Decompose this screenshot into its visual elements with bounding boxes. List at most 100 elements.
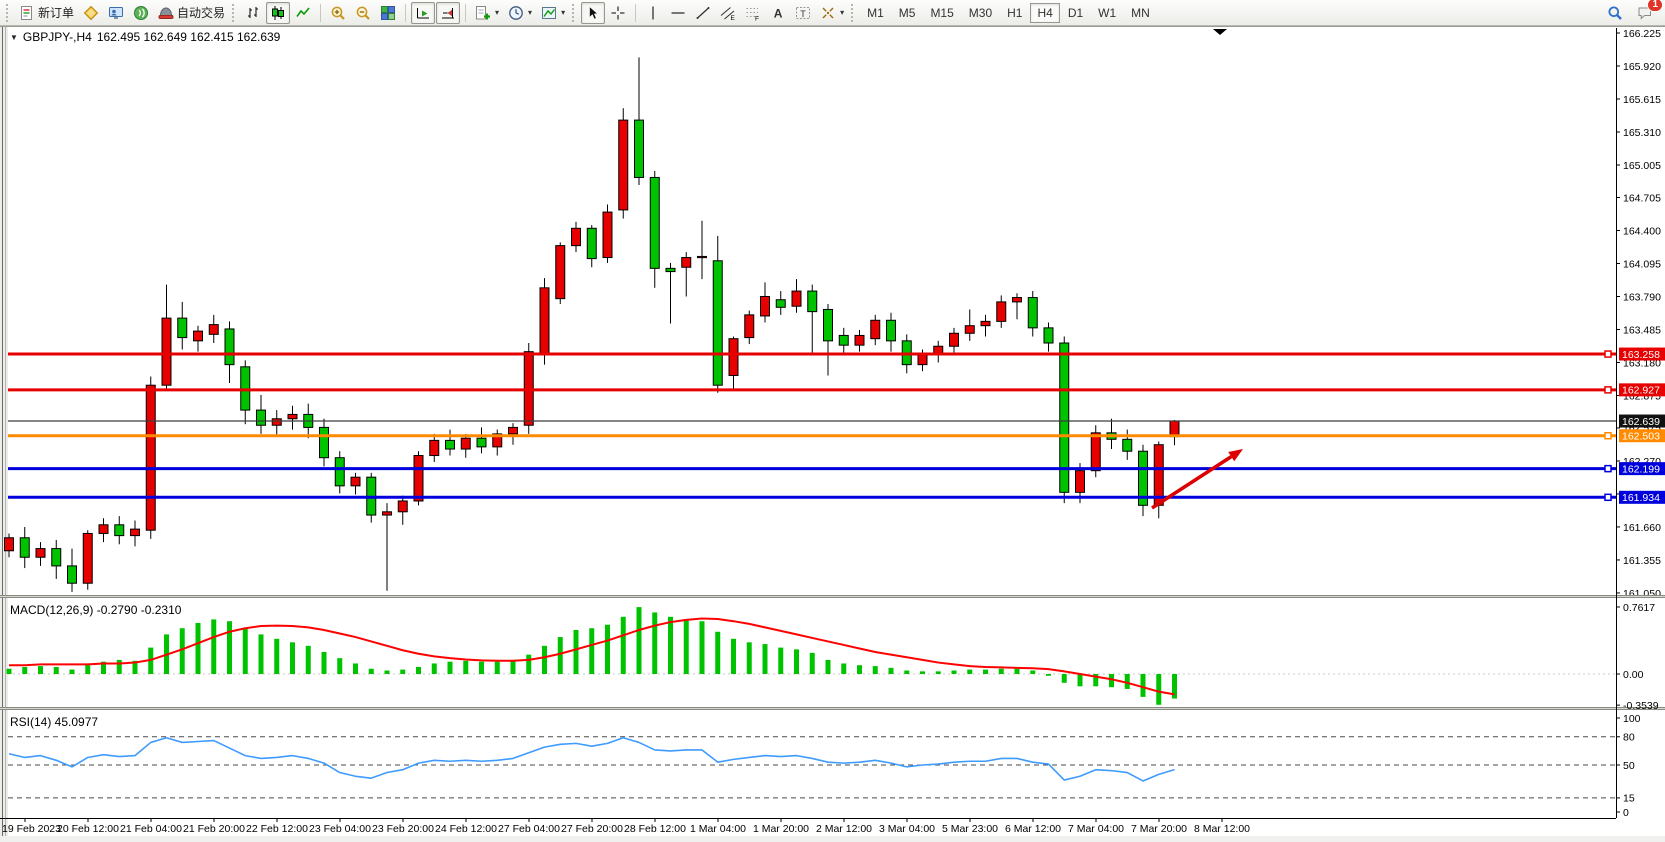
candlestick-chart-button[interactable] (266, 2, 290, 24)
timeframe-m30-button[interactable]: M30 (962, 3, 999, 23)
horizontal-line-button[interactable] (666, 2, 690, 24)
candle-body (761, 296, 770, 315)
zoom-in-button[interactable] (326, 2, 350, 24)
macd-histogram-bar (1141, 674, 1146, 697)
macd-histogram-bar (621, 617, 626, 674)
search-button[interactable] (1603, 2, 1627, 24)
macd-histogram-bar (574, 630, 579, 674)
rsi-scale-label: 15 (1623, 793, 1635, 805)
macd-histogram-bar (180, 628, 185, 674)
timeframe-m15-button[interactable]: M15 (923, 3, 960, 23)
templates-button[interactable]: ▾ (537, 2, 569, 24)
symbol-period-label: GBPJPY-,H4 (23, 30, 92, 44)
timeframe-h1-button[interactable]: H1 (1000, 3, 1029, 23)
candle-body (729, 339, 738, 376)
level-line-anchor[interactable] (1605, 433, 1611, 439)
trendline-button[interactable] (691, 2, 715, 24)
macd-histogram-bar (841, 663, 846, 674)
tile-windows-button[interactable] (376, 2, 400, 24)
periods-button[interactable]: ▾ (504, 2, 536, 24)
rsi-scale-label: 100 (1623, 713, 1641, 725)
timeframe-d1-button[interactable]: D1 (1061, 3, 1090, 23)
price-tick-label: 164.400 (1623, 225, 1661, 237)
macd-histogram-bar (558, 637, 563, 674)
autoscroll-icon (415, 5, 431, 21)
dropdown-caret-icon[interactable]: ▾ (528, 8, 532, 17)
dropdown-caret-icon[interactable]: ▾ (561, 8, 565, 17)
candle-body (635, 120, 644, 177)
signals-icon (133, 5, 149, 21)
timeframe-m1-button[interactable]: M1 (860, 3, 891, 23)
candle-body (839, 335, 848, 345)
vline-icon (645, 5, 661, 21)
time-axis-label: 22 Feb 12:00 (246, 823, 308, 835)
indicators-button[interactable]: ▾ (471, 2, 503, 24)
toolbar-separator (320, 4, 321, 22)
candle-body (99, 525, 108, 534)
chart-menu-icon[interactable]: ▼ (10, 33, 18, 42)
dropdown-caret-icon[interactable]: ▾ (495, 8, 499, 17)
candle-body (52, 549, 61, 566)
ohlc-summary: 162.495 162.649 162.415 162.639 (97, 30, 281, 44)
macd-histogram-bar (668, 617, 673, 674)
crosshair-button[interactable] (606, 2, 630, 24)
chart-window[interactable]: 166.225165.920165.615165.310165.005164.7… (0, 26, 1665, 842)
autotrading-button-label: 自动交易 (177, 4, 225, 21)
level-line-anchor[interactable] (1605, 387, 1611, 393)
price-line-badge-label: 162.503 (1622, 431, 1660, 443)
macd-histogram-bar (983, 670, 988, 674)
text-label-button[interactable]: T (791, 2, 815, 24)
autotrading-button[interactable]: 自动交易 (154, 2, 229, 24)
price-tick-label: 164.705 (1623, 192, 1661, 204)
line-chart-button[interactable] (291, 2, 315, 24)
chart-shift-button[interactable] (436, 2, 460, 24)
candle-body (572, 228, 581, 245)
dropdown-caret-icon[interactable]: ▾ (840, 8, 844, 17)
macd-histogram-bar (54, 667, 59, 674)
tile-icon (380, 5, 396, 21)
price-tick-label: 166.225 (1623, 28, 1661, 40)
fibonacci-button[interactable]: F (741, 2, 765, 24)
candle-body (178, 318, 187, 337)
price-line-badge-label: 163.258 (1622, 349, 1660, 361)
navigator-button[interactable] (104, 2, 128, 24)
candle-body (1028, 298, 1037, 328)
timeframe-mn-button[interactable]: MN (1124, 3, 1157, 23)
vertical-line-button[interactable] (641, 2, 665, 24)
macd-histogram-bar (605, 625, 610, 674)
macd-histogram-bar (22, 667, 27, 674)
fibo-icon: F (745, 5, 761, 21)
auto-scroll-button[interactable] (411, 2, 435, 24)
level-line-anchor[interactable] (1605, 466, 1611, 472)
profiles-button[interactable] (79, 2, 103, 24)
main-toolbar: 新订单 自动交易 ▾ ▾ ▾ EFAT ▾ M1M5M15M30H1H4D1W1MN 1 (0, 0, 1665, 26)
time-axis-label: 21 Feb 20:00 (183, 823, 245, 835)
chartshift-icon (440, 5, 456, 21)
equidistant-channel-button[interactable]: E (716, 2, 740, 24)
candle-body (225, 329, 234, 365)
price-line-badge-label: 162.639 (1622, 416, 1660, 428)
new-order-button[interactable]: 新订单 (15, 2, 78, 24)
timeframe-h4-button[interactable]: H4 (1030, 3, 1059, 23)
macd-histogram-bar (715, 632, 720, 674)
chart-canvas[interactable]: 166.225165.920165.615165.310165.005164.7… (0, 26, 1665, 842)
level-line-anchor[interactable] (1605, 351, 1611, 357)
candle-body (1076, 471, 1085, 493)
bar-chart-button[interactable] (241, 2, 265, 24)
candle-body (414, 456, 423, 501)
macd-histogram-bar (353, 663, 358, 674)
navigator-icon (108, 5, 124, 21)
arrows-button[interactable]: ▾ (816, 2, 848, 24)
text-button[interactable]: A (766, 2, 790, 24)
timeframe-m5-button[interactable]: M5 (892, 3, 923, 23)
notification-count-badge: 1 (1647, 0, 1663, 12)
timeframe-w1-button[interactable]: W1 (1091, 3, 1123, 23)
zoom-out-button[interactable] (351, 2, 375, 24)
candle-body (556, 246, 565, 299)
cursor-button[interactable] (581, 2, 605, 24)
candle-body (257, 410, 266, 425)
candle-body (351, 477, 360, 486)
macd-histogram-bar (448, 662, 453, 674)
level-line-anchor[interactable] (1605, 494, 1611, 500)
signals-button[interactable] (129, 2, 153, 24)
